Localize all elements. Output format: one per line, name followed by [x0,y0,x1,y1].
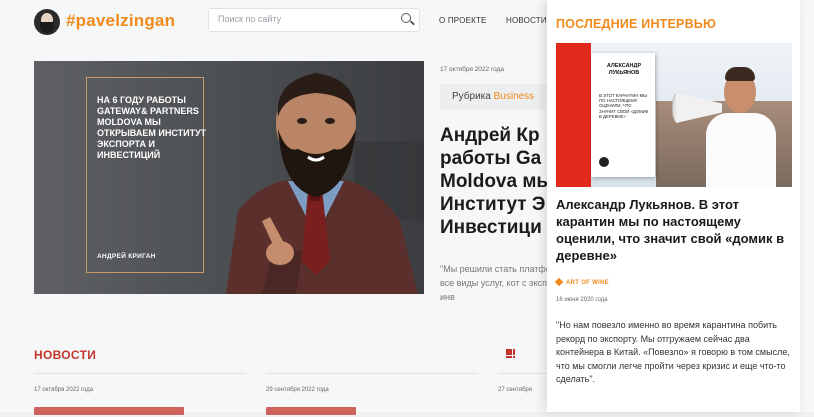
grid-view-icon[interactable] [506,349,516,359]
nav-news[interactable]: НОВОСТИ [506,16,547,25]
news-divider [266,373,478,374]
logo-avatar[interactable] [34,9,60,35]
site-logo[interactable]: #pavelzingan [66,11,175,31]
news-title-cropped[interactable] [266,403,356,417]
book-subtitle: В ЭТОТ КАРАНТИН МЫ ПО НАСТОЯЩЕМУ ОЦЕНИЛИ… [599,93,649,119]
interview-date: 16 июня 2020 года [556,297,608,303]
nav-about[interactable]: О ПРОЕКТЕ [439,16,487,25]
search-input[interactable]: Поиск по сайту [208,8,420,32]
news-date: 17 октября 2022 года [34,387,94,393]
search-placeholder: Поиск по сайту [218,14,282,24]
news-heading[interactable]: НОВОСТИ [34,348,96,362]
book-cover: АЛЕКСАНДР ЛУКЬЯНОВ В ЭТОТ КАРАНТИН МЫ ПО… [591,53,655,177]
interview-title[interactable]: Александр Лукьянов. В этот карантин мы п… [556,196,796,264]
red-band [556,43,591,187]
news-divider [498,373,547,374]
latest-interviews-card: ПОСЛЕДНИЕ ИНТЕРВЬЮ АЛЕКСАНДР ЛУКЬЯНОВ В … [547,0,800,412]
hero-image[interactable]: НА 6 ГОДУ РАБОТЫ GATEWAY& PARTNERS MOLDO… [34,61,424,294]
page: #pavelzingan Поиск по сайту О ПРОЕКТЕ НО… [0,0,814,415]
rubric-link[interactable]: Business [494,91,535,102]
news-divider [34,373,246,374]
search-icon[interactable] [401,13,411,23]
news-date: 29 сентября 2022 года [266,387,329,393]
rubric-label: Рубрика [452,91,491,102]
interview-image[interactable]: АЛЕКСАНДР ЛУКЬЯНОВ В ЭТОТ КАРАНТИН МЫ ПО… [556,43,792,187]
article-date: 17 октября 2022 года [440,66,505,73]
interview-tag-label: ART OF WINE [566,280,609,286]
interview-tag[interactable]: ART OF WINE [554,277,609,287]
hero-overlay-text: НА 6 ГОДУ РАБОТЫ GATEWAY& PARTNERS MOLDO… [97,95,207,160]
hero-caption-name: АНДРЕЙ КРИГАН [97,253,156,260]
portrait-man-pointing [226,73,424,294]
interview-quote: "Но нам повезло именно во время карантин… [556,320,790,385]
tag-icon [554,277,564,287]
latest-interviews-heading[interactable]: ПОСЛЕДНИЕ ИНТЕРВЬЮ [556,17,716,31]
news-title-cropped[interactable] [34,403,184,417]
book-title: АЛЕКСАНДР ЛУКЬЯНОВ [606,63,642,76]
rubric-badge[interactable]: Рубрика Business [440,84,547,110]
book-logo-icon [599,157,609,167]
news-date: 27 сентября [498,387,532,393]
